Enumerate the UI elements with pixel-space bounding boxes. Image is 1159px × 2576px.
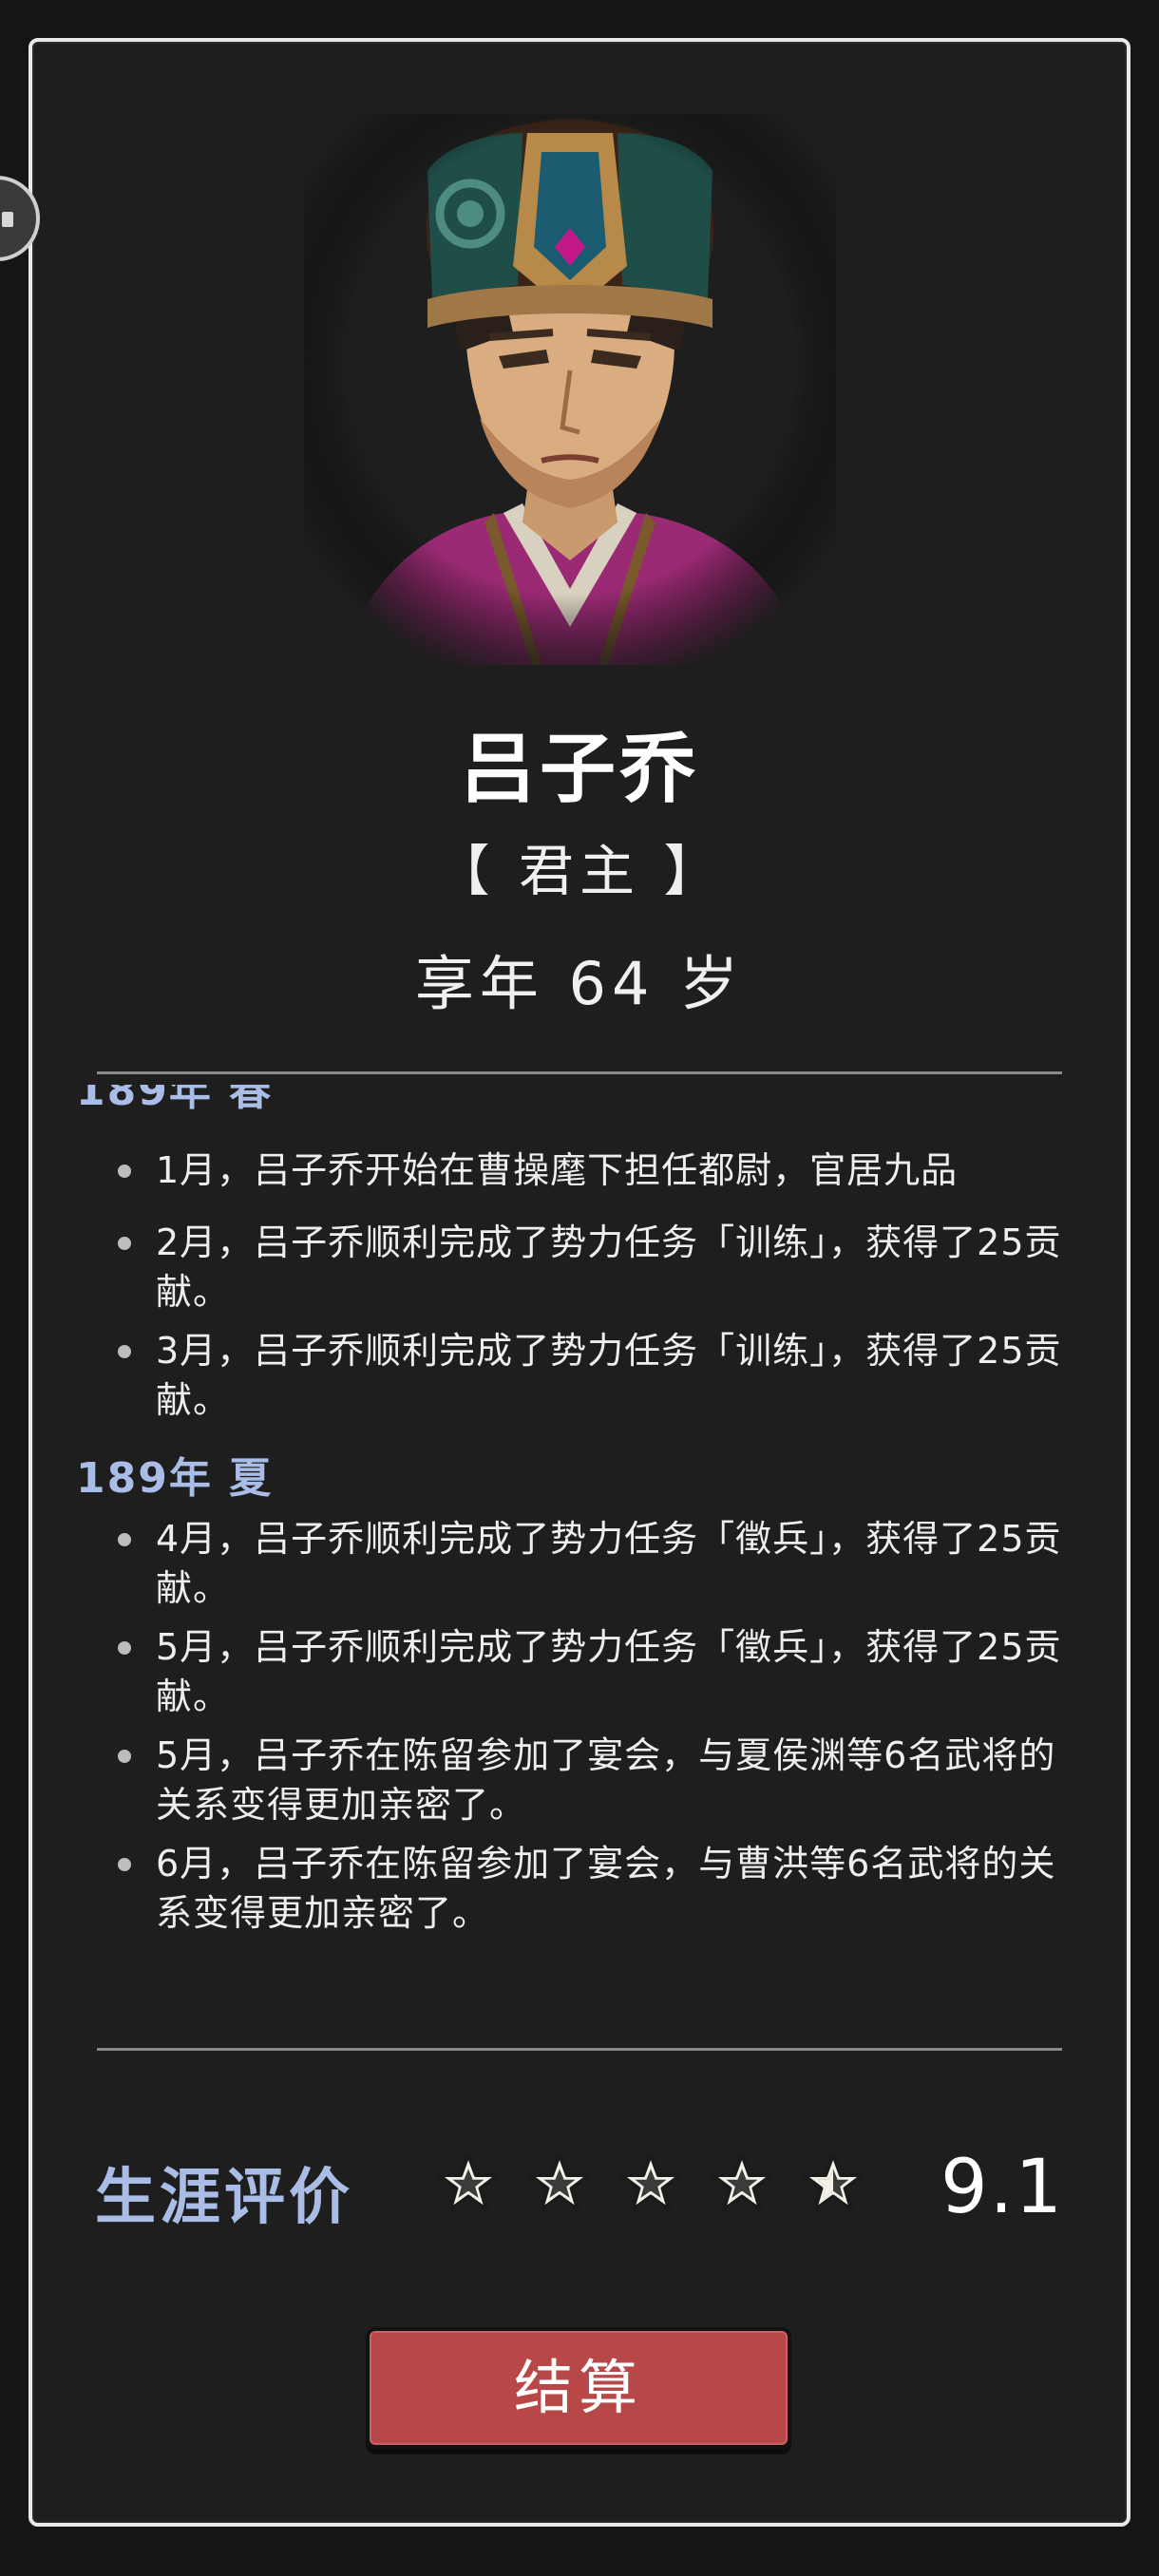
career-score: 9.1 — [940, 2145, 1065, 2230]
bullet-icon — [118, 1533, 131, 1546]
star-icon — [528, 2152, 591, 2212]
log-entry-text: 1月，吕子乔开始在曹操麾下担任都尉，官居九品 — [156, 1149, 959, 1191]
rating-stars — [437, 2151, 864, 2214]
bottom-divider — [97, 2048, 1062, 2051]
character-portrait — [304, 114, 836, 665]
bullet-icon — [118, 1750, 131, 1763]
log-entry-text: 6月，吕子乔在陈留参加了宴会，与曹洪等6名武将的关系变得更加亲密了。 — [156, 1843, 1056, 1934]
career-log[interactable]: 189年 春 1月，吕子乔开始在曹操麾下担任都尉，官居九品 2月，吕子乔顺利完成… — [57, 1085, 1083, 2016]
log-entry: 1月，吕子乔开始在曹操麾下担任都尉，官居九品 — [57, 1146, 1083, 1195]
season-header: 189年 春 — [76, 1085, 274, 1115]
top-divider — [97, 1071, 1062, 1074]
log-entry: 3月，吕子乔顺利完成了势力任务「训练」，获得了25贡献。 — [57, 1326, 1083, 1425]
bullet-icon — [118, 1858, 131, 1871]
log-entry-text: 4月，吕子乔顺利完成了势力任务「徵兵」，获得了25贡献。 — [156, 1518, 1062, 1609]
character-role: 【 君主 】 — [434, 839, 725, 903]
settle-button[interactable]: 结算 — [366, 2327, 791, 2449]
log-entry: 4月，吕子乔顺利完成了势力任务「徵兵」，获得了25贡献。 — [57, 1514, 1083, 1613]
season-header: 189年 夏 — [76, 1454, 274, 1503]
bullet-icon — [118, 1237, 131, 1250]
character-age: 享年 64 岁 — [414, 949, 745, 1018]
log-entry-text: 5月，吕子乔在陈留参加了宴会，与夏侯渊等6名武将的关系变得更加亲密了。 — [156, 1734, 1056, 1826]
bullet-icon — [118, 1641, 131, 1655]
character-name: 吕子乔 — [460, 725, 699, 813]
bullet-icon — [118, 1345, 131, 1358]
half-star-icon — [802, 2152, 864, 2212]
log-entry: 2月，吕子乔顺利完成了势力任务「训练」，获得了25贡献。 — [57, 1218, 1083, 1316]
log-entry: 6月，吕子乔在陈留参加了宴会，与曹洪等6名武将的关系变得更加亲密了。 — [57, 1839, 1083, 1938]
log-entry: 5月，吕子乔在陈留参加了宴会，与夏侯渊等6名武将的关系变得更加亲密了。 — [57, 1731, 1083, 1829]
log-entry-text: 2月，吕子乔顺利完成了势力任务「训练」，获得了25贡献。 — [156, 1222, 1062, 1313]
log-entry-text: 5月，吕子乔顺利完成了势力任务「徵兵」，获得了25贡献。 — [156, 1626, 1062, 1717]
bullet-icon — [118, 1165, 131, 1178]
log-entry: 5月，吕子乔顺利完成了势力任务「徵兵」，获得了25贡献。 — [57, 1622, 1083, 1721]
career-rating-label: 生涯评价 — [95, 2163, 353, 2233]
log-entry-text: 3月，吕子乔顺利完成了势力任务「训练」，获得了25贡献。 — [156, 1330, 1062, 1421]
star-icon — [711, 2152, 773, 2212]
star-icon — [619, 2152, 682, 2212]
star-icon — [437, 2152, 500, 2212]
